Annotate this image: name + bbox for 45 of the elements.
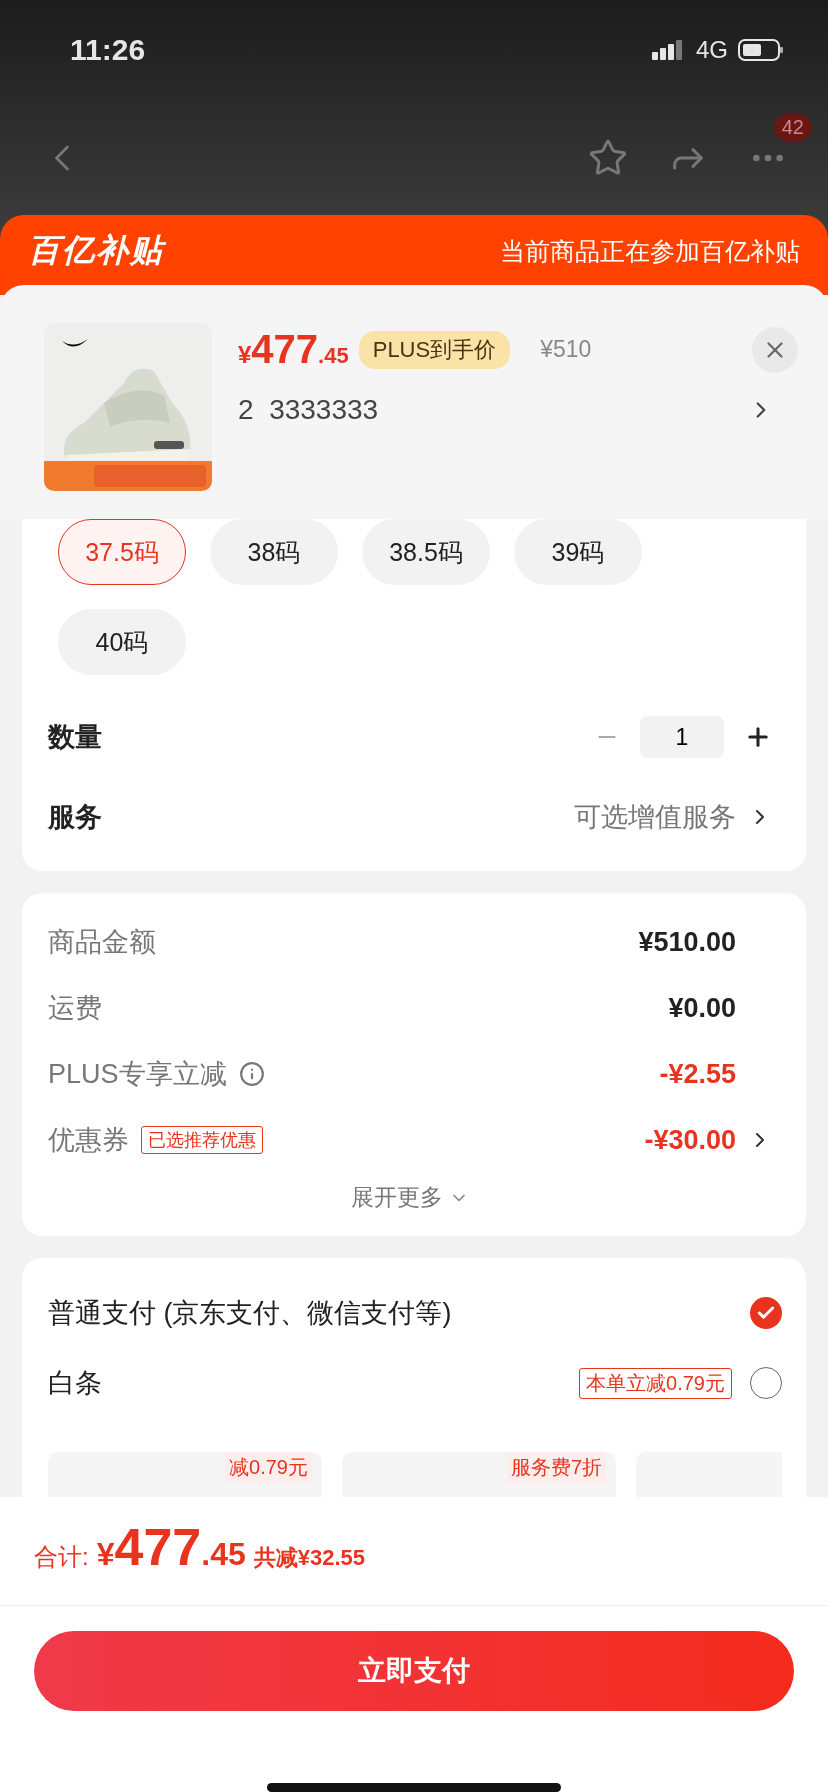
close-button[interactable] [752,327,798,373]
summary-label: 优惠券 [48,1124,129,1157]
summary-label: 商品金额 [48,926,156,959]
summary-value: -¥30.00 [644,1124,736,1156]
product-price: ¥477.45 [238,327,349,372]
plan-badge: 减0.79元 [225,1452,312,1483]
saving-text: 共减¥32.55 [253,1544,365,1572]
payment-option[interactable]: 白条 [48,1365,102,1401]
network-label: 4G [696,36,728,64]
size-option[interactable]: 38.5码 [362,519,490,585]
quantity-label: 数量 [48,721,102,754]
radio-button[interactable] [750,1297,782,1329]
size-option[interactable]: 40码 [58,609,186,675]
summary-label: PLUS专享立减 [48,1058,227,1091]
pay-button[interactable]: 立即支付 [34,1631,794,1711]
summary-label: 运费 [48,992,102,1025]
info-icon[interactable] [238,1061,265,1087]
spec-text[interactable]: 2 3333333 [238,394,379,426]
size-option[interactable]: 39码 [514,519,642,585]
total-label: 合计: [34,1542,89,1572]
price-tag: PLUS到手价 [358,330,511,369]
total-price: ¥477.45 [96,1517,246,1577]
original-price: ¥510 [540,336,592,363]
battery-icon [738,39,784,61]
summary-value: ¥510.00 [638,926,736,958]
expand-more-link[interactable]: 展开更多 [345,1181,475,1214]
plan-badge: 服务费7折 [506,1452,606,1483]
notification-badge: 42 [773,114,812,141]
coupon-tag: 已选推荐优惠 [141,1126,263,1154]
quantity-field[interactable]: 1 [640,716,724,758]
service-value[interactable]: 可选增值服务 [574,799,736,835]
status-time: 11:26 [70,33,146,67]
service-label: 服务 [48,801,102,834]
installment-card[interactable]: 减0.79元 [48,1452,322,1497]
payment-option[interactable]: 普通支付 (京东支付、微信支付等) [48,1295,452,1331]
discount-tag: 本单立减0.79元 [579,1367,732,1399]
summary-value: -¥2.55 [659,1058,736,1090]
subsidy-logo: 百亿补贴 [28,231,164,270]
installment-card[interactable]: 服务费7折 [342,1452,616,1497]
size-option[interactable]: 38码 [210,519,338,585]
radio-button[interactable] [750,1367,782,1399]
summary-value: ¥0.00 [668,992,736,1024]
banner-text: 当前商品正在参加百亿补贴 [500,235,800,267]
star-icon[interactable] [588,137,628,178]
size-option[interactable]: 37.5码 [58,519,186,585]
